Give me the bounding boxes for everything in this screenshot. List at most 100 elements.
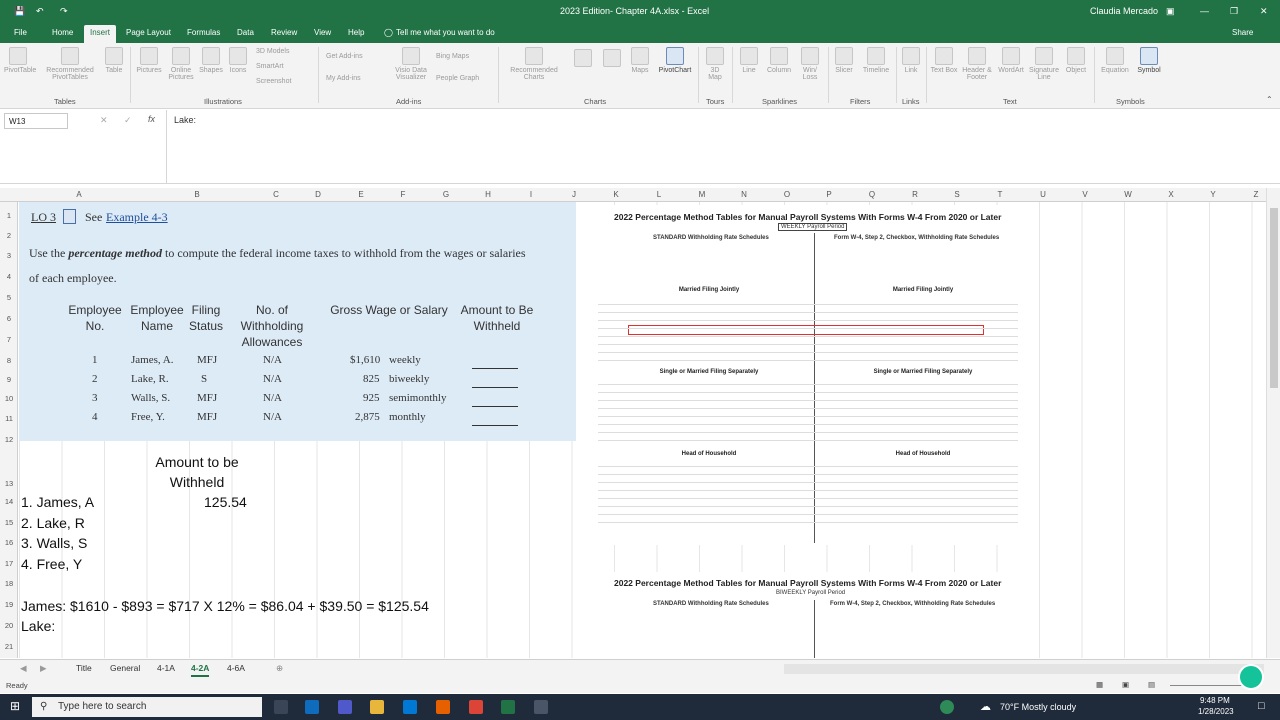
ribbon-display-icon[interactable]: ▣: [1166, 6, 1175, 17]
firefox-icon[interactable]: [436, 700, 450, 714]
answer-label[interactable]: 1. James, A: [21, 494, 94, 510]
enter-icon[interactable]: ✓: [124, 115, 132, 126]
file-explorer-icon[interactable]: [370, 700, 384, 714]
column-header[interactable]: B: [191, 190, 203, 199]
row-header[interactable]: 8: [0, 356, 18, 365]
column-header[interactable]: O: [781, 190, 793, 199]
collapse-ribbon-icon[interactable]: ⌃: [1266, 95, 1273, 104]
column-header[interactable]: X: [1165, 190, 1177, 199]
tab-home[interactable]: Home: [52, 28, 73, 37]
normal-view-icon[interactable]: ▦: [1096, 680, 1103, 689]
answer-label[interactable]: 2. Lake, R: [21, 515, 85, 531]
scroll-thumb[interactable]: [1270, 208, 1278, 388]
equation-button[interactable]: Equation: [1098, 47, 1132, 74]
column-header[interactable]: W: [1122, 190, 1134, 199]
tab-insert[interactable]: Insert: [84, 25, 117, 43]
screenshot-button[interactable]: Screenshot: [256, 78, 291, 85]
chart-types-gallery-2[interactable]: [600, 49, 624, 69]
tab-data[interactable]: Data: [237, 28, 254, 37]
sparkline-column-button[interactable]: Column: [764, 47, 794, 74]
row-header[interactable]: 13: [0, 479, 18, 488]
row-header[interactable]: 4: [0, 272, 18, 281]
answer-label[interactable]: 3. Walls, S: [21, 535, 87, 551]
horizontal-scrollbar[interactable]: [784, 664, 1264, 674]
row-header[interactable]: 11: [0, 414, 18, 423]
my-addins-button[interactable]: My Add-ins: [326, 75, 361, 82]
cancel-icon[interactable]: ✕: [100, 115, 108, 126]
column-header[interactable]: A: [73, 190, 85, 199]
sheet-tab-4-2a[interactable]: 4-2A: [191, 663, 210, 677]
row-header[interactable]: 12: [0, 435, 18, 444]
james-calculation[interactable]: James: $1610 - $893 = $717 X 12% = $86.0…: [21, 598, 429, 614]
table-button[interactable]: Table: [102, 47, 126, 74]
teams-icon[interactable]: [338, 700, 352, 714]
lake-calculation[interactable]: Lake:: [21, 618, 55, 634]
row-header[interactable]: 10: [0, 394, 18, 403]
sheet-tab-4-6a[interactable]: 4-6A: [227, 663, 245, 673]
column-header[interactable]: I: [525, 190, 537, 199]
restore-icon[interactable]: ❐: [1230, 6, 1238, 17]
row-header[interactable]: 5: [0, 293, 18, 302]
visio-button[interactable]: Visio Data Visualizer: [392, 47, 430, 81]
column-header[interactable]: Y: [1207, 190, 1219, 199]
row-header[interactable]: 1: [0, 211, 18, 220]
pictures-button[interactable]: Pictures: [134, 47, 164, 74]
share-button[interactable]: Share: [1232, 28, 1253, 37]
sheet-tab-title[interactable]: Title: [76, 663, 92, 673]
vertical-scrollbar[interactable]: [1266, 188, 1280, 658]
notification-icon[interactable]: □: [1258, 700, 1265, 712]
prev-sheet-icon[interactable]: ◀: [20, 663, 27, 674]
row-header[interactable]: 9: [0, 375, 18, 384]
row-header[interactable]: 17: [0, 559, 18, 568]
close-icon[interactable]: ✕: [1260, 6, 1268, 17]
online-pictures-button[interactable]: Online Pictures: [166, 47, 196, 81]
formula-input[interactable]: Lake:: [174, 115, 196, 125]
column-header[interactable]: P: [823, 190, 835, 199]
grammarly-badge-icon[interactable]: [1238, 664, 1264, 690]
column-header[interactable]: F: [397, 190, 409, 199]
column-header[interactable]: L: [653, 190, 665, 199]
row-header[interactable]: 20: [0, 621, 18, 630]
page-layout-icon[interactable]: ▣: [1122, 680, 1129, 689]
lo-link[interactable]: LO 3: [31, 210, 56, 225]
column-header[interactable]: D: [312, 190, 324, 199]
smartart-button[interactable]: SmartArt: [256, 63, 284, 70]
column-header[interactable]: M: [696, 190, 708, 199]
clock-date[interactable]: 1/28/2023: [1198, 707, 1234, 716]
column-header[interactable]: Z: [1250, 190, 1262, 199]
link-button[interactable]: Link: [900, 47, 922, 74]
3d-models-button[interactable]: 3D Models: [256, 48, 289, 55]
column-header[interactable]: G: [440, 190, 452, 199]
row-header[interactable]: 7: [0, 335, 18, 344]
row-header[interactable]: 2: [0, 231, 18, 240]
sheet-tab-general[interactable]: General: [110, 663, 140, 673]
tab-page-layout[interactable]: Page Layout: [126, 28, 171, 37]
tab-view[interactable]: View: [314, 28, 331, 37]
minimize-icon[interactable]: —: [1200, 6, 1209, 16]
clock-time[interactable]: 9:48 PM: [1200, 696, 1230, 705]
maps-button[interactable]: Maps: [628, 47, 652, 74]
shapes-button[interactable]: Shapes: [198, 47, 224, 74]
pivottable-button[interactable]: PivotTable: [4, 47, 36, 74]
wordart-button[interactable]: WordArt: [996, 47, 1026, 74]
task-view-icon[interactable]: [274, 700, 288, 714]
3d-map-button[interactable]: 3D Map: [704, 47, 726, 81]
next-sheet-icon[interactable]: ▶: [40, 663, 47, 674]
example-link[interactable]: Example 4-3: [106, 210, 168, 225]
tell-me-search[interactable]: Tell me what you want to do: [396, 28, 495, 37]
column-header[interactable]: T: [994, 190, 1006, 199]
windows-start-icon[interactable]: ⊞: [10, 699, 20, 713]
recommended-charts-button[interactable]: Recommended Charts: [504, 47, 564, 81]
object-button[interactable]: Object: [1062, 47, 1090, 74]
chrome-icon[interactable]: [469, 700, 483, 714]
row-header[interactable]: 19: [0, 600, 18, 609]
redo-icon[interactable]: ↷: [60, 6, 68, 17]
tab-review[interactable]: Review: [271, 28, 297, 37]
timeline-button[interactable]: Timeline: [860, 47, 892, 74]
column-header[interactable]: J: [568, 190, 580, 199]
taskbar-search[interactable]: Type here to search: [32, 697, 262, 717]
text-box-button[interactable]: Text Box: [930, 47, 958, 74]
row-header[interactable]: 18: [0, 579, 18, 588]
store-icon[interactable]: [403, 700, 417, 714]
column-header[interactable]: S: [951, 190, 963, 199]
